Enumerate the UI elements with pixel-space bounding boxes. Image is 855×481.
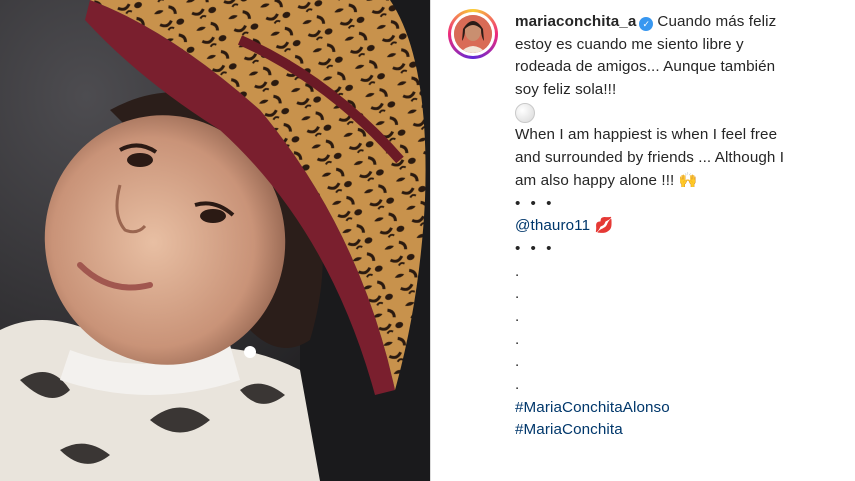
dot-line: . [515, 330, 520, 348]
caption-es-line: estoy es cuando me siento libre y [515, 35, 744, 53]
post-photo[interactable] [0, 0, 430, 481]
post-caption-panel: mariaconchita_a ✓ Cuando más feliz estoy e… [430, 0, 855, 481]
verified-badge-icon: ✓ [639, 17, 654, 31]
selfie-illustration [0, 0, 430, 481]
caption-es-line: soy feliz sola!!! [515, 81, 617, 99]
hashtag-link[interactable]: #MariaConchitaAlonso [515, 399, 670, 416]
mention-link[interactable]: @thauro11 [515, 217, 590, 234]
white-circle-emoji-icon [515, 102, 535, 123]
caption-en-line: When I am happiest is when I feel free [515, 126, 778, 144]
profile-avatar[interactable] [448, 9, 498, 59]
caption-es-line: Cuando más feliz [657, 13, 777, 30]
dot-line: . [515, 353, 520, 371]
dot-line: . [515, 307, 520, 325]
caption-en-line: am also happy alone !!! [515, 171, 675, 189]
ellipsis-separator: • • • [515, 194, 555, 212]
caption-text: mariaconchita_a ✓ Cuando más feliz estoy e… [515, 11, 843, 442]
avatar-image [454, 15, 492, 53]
avatar-illustration [454, 15, 492, 53]
ellipsis-separator: • • • [515, 239, 555, 257]
raised-hands-emoji-icon: 🙌 [678, 171, 698, 189]
dot-line: . [515, 285, 520, 303]
caption-es-line: rodeada de amigos... Aunque también [515, 58, 776, 76]
dot-line: . [515, 376, 520, 393]
hashtag-link[interactable]: #MariaConchita [515, 421, 623, 438]
caption-en-line: and surrounded by friends ... Although I [515, 149, 785, 167]
kiss-lips-emoji-icon: 💋 [594, 217, 614, 235]
dot-line: . [515, 262, 520, 280]
instagram-post-screenshot: mariaconchita_a ✓ Cuando más feliz estoy e… [0, 0, 855, 481]
username-link[interactable]: mariaconchita_a [515, 13, 636, 30]
avatar-ring [451, 12, 495, 56]
